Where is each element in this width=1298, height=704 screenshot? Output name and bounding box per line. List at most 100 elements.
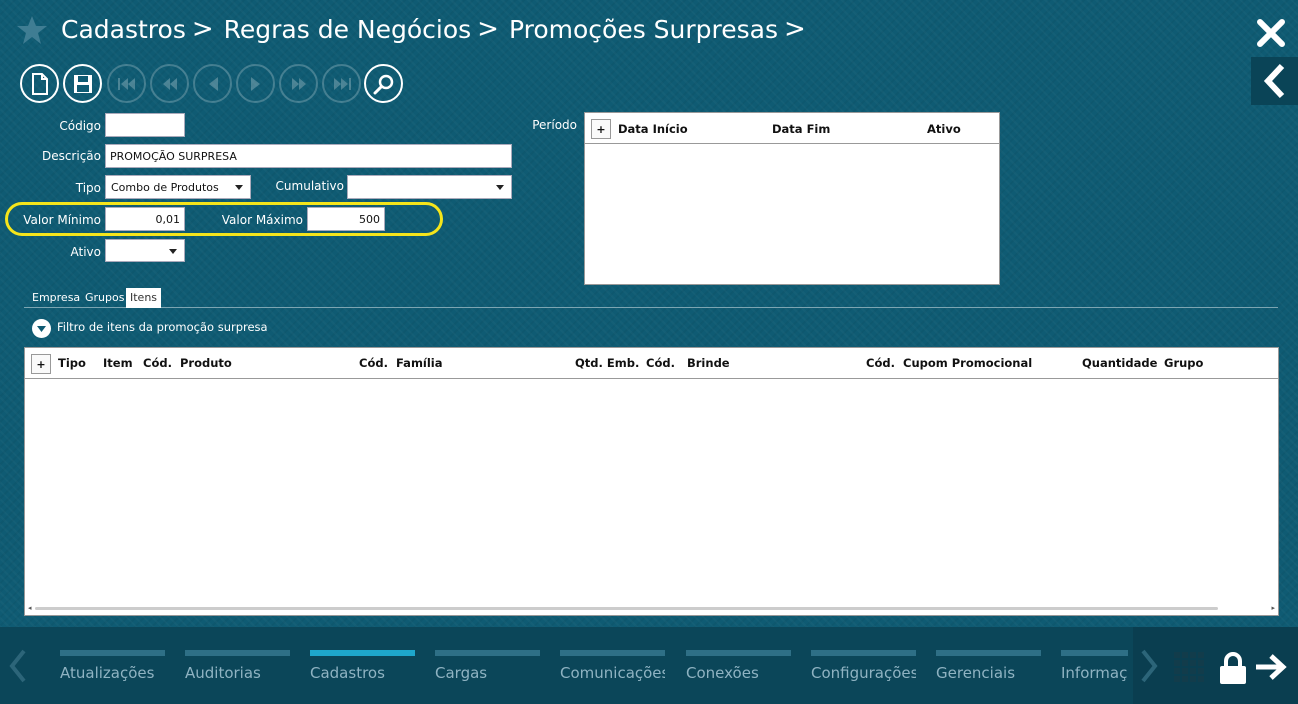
breadcrumb-regras[interactable]: Regras de Negócios: [224, 15, 472, 44]
nav-bar: [185, 650, 290, 656]
column-header[interactable]: Cupom Promocional: [903, 356, 1032, 370]
nav-bar: [60, 650, 165, 656]
breadcrumb: Cadastros > Regras de Negócios > Promoçõ…: [61, 12, 816, 46]
tipo-select-value: Combo de Produtos: [111, 180, 219, 194]
ativo-select[interactable]: [105, 239, 185, 262]
nav-bar: [686, 650, 791, 656]
nav-label: Cadastros: [310, 664, 385, 682]
tab-itens[interactable]: Itens: [126, 288, 162, 308]
column-header[interactable]: Tipo: [58, 356, 86, 370]
nav-item-conexoes[interactable]: Conexões: [686, 650, 791, 682]
breadcrumb-separator: >: [191, 14, 214, 44]
nav-prev-chevron-icon[interactable]: [8, 649, 28, 683]
last-record-button[interactable]: [322, 64, 361, 103]
cumulativo-select[interactable]: [347, 175, 512, 199]
items-grid: + Tipo Item Cód. Produto Cód. Família Qt…: [24, 347, 1279, 616]
nav-bar: [811, 650, 916, 656]
search-button[interactable]: [364, 64, 403, 103]
nav-label: Comunicações: [560, 664, 665, 682]
next-icon: [250, 76, 260, 91]
nav-item-configuracoes[interactable]: Configurações: [811, 650, 916, 682]
next-button[interactable]: [236, 64, 275, 103]
nav-bar: [435, 650, 540, 656]
nav-bar: [936, 650, 1041, 656]
column-header[interactable]: Qtd. Emb.: [575, 356, 639, 370]
previous-icon: [208, 76, 218, 91]
nav-item-atualizacoes[interactable]: Atualizações: [60, 650, 165, 682]
close-icon[interactable]: [1254, 16, 1288, 50]
periodo-grid: + Data Início Data Fim Ativo: [584, 112, 1000, 285]
breadcrumb-separator: >: [784, 14, 806, 44]
save-button[interactable]: [63, 64, 102, 103]
add-periodo-button[interactable]: +: [591, 119, 611, 139]
scroll-left-arrow-icon[interactable]: ◂: [28, 604, 32, 612]
nav-actions-panel: [1133, 627, 1298, 704]
column-header[interactable]: Produto: [180, 356, 232, 370]
cumulativo-label: Cumulativo: [275, 179, 344, 193]
descricao-input[interactable]: PROMOÇÃO SURPRESA: [105, 144, 512, 168]
rewind-button[interactable]: [150, 64, 189, 103]
descricao-label: Descrição: [41, 149, 101, 163]
column-header[interactable]: Quantidade: [1082, 356, 1157, 370]
lock-icon[interactable]: [1219, 651, 1247, 685]
column-header[interactable]: Brinde: [687, 356, 730, 370]
nav-label: Atualizações: [60, 664, 155, 682]
logout-arrow-icon[interactable]: [1254, 653, 1288, 681]
nav-bar: [1061, 650, 1128, 656]
add-item-button[interactable]: +: [31, 354, 51, 374]
filter-expand-button[interactable]: [32, 319, 51, 338]
column-header[interactable]: Item: [103, 356, 133, 370]
search-icon: [373, 74, 393, 94]
codigo-label: Código: [59, 119, 101, 133]
bottom-navigation: Atualizações Auditorias Cadastros Cargas…: [0, 627, 1298, 704]
breadcrumb-promocoes[interactable]: Promoções Surpresas: [509, 15, 778, 44]
column-header[interactable]: Cód.: [359, 356, 388, 370]
back-button[interactable]: [1251, 57, 1298, 105]
nav-label: Gerenciais: [936, 664, 1016, 682]
tipo-select[interactable]: Combo de Produtos: [105, 175, 251, 199]
save-icon: [73, 74, 92, 93]
fast-forward-button[interactable]: [279, 64, 318, 103]
dropdown-arrow-icon: [169, 248, 177, 254]
tipo-label: Tipo: [75, 181, 101, 195]
column-header[interactable]: Data Fim: [772, 122, 830, 136]
nav-item-cadastros[interactable]: Cadastros: [310, 650, 415, 682]
new-button[interactable]: [20, 64, 59, 103]
items-grid-header: + Tipo Item Cód. Produto Cód. Família Qt…: [25, 348, 1278, 379]
column-header[interactable]: Grupo: [1164, 356, 1203, 370]
previous-button[interactable]: [193, 64, 232, 103]
tab-empresa[interactable]: Empresa: [28, 288, 84, 308]
ativo-label: Ativo: [70, 245, 101, 259]
periodo-grid-header: + Data Início Data Fim Ativo: [585, 113, 999, 144]
scroll-right-arrow-icon[interactable]: ▸: [1271, 604, 1275, 612]
filter-label[interactable]: Filtro de itens da promoção surpresa: [57, 320, 268, 334]
nav-next-chevron-icon[interactable]: [1139, 649, 1159, 683]
column-header[interactable]: Cód.: [143, 356, 172, 370]
favorite-star-icon[interactable]: [16, 14, 48, 46]
last-icon: [333, 77, 351, 90]
breadcrumb-cadastros[interactable]: Cadastros: [61, 15, 186, 44]
nav-item-cargas[interactable]: Cargas: [435, 650, 540, 682]
first-record-button[interactable]: [107, 64, 146, 103]
nav-item-gerenciais[interactable]: Gerenciais: [936, 650, 1041, 682]
nav-label: Cargas: [435, 664, 488, 682]
grid-menu-icon[interactable]: [1173, 651, 1205, 683]
column-header[interactable]: Data Início: [618, 122, 688, 136]
tab-bar: Empresa Grupos Itens: [24, 288, 1278, 308]
nav-bar: [310, 650, 415, 656]
horizontal-scrollbar[interactable]: [35, 607, 1218, 610]
codigo-input[interactable]: [105, 113, 185, 137]
tab-grupos[interactable]: Grupos: [81, 288, 128, 308]
column-header[interactable]: Cód.: [866, 356, 895, 370]
nav-label: Auditorias: [185, 664, 261, 682]
nav-label: Conexões: [686, 664, 759, 682]
nav-item-informacoes[interactable]: Informações: [1061, 650, 1128, 682]
dropdown-arrow-icon: [496, 185, 504, 190]
nav-item-comunicacoes[interactable]: Comunicações: [560, 650, 665, 682]
column-header[interactable]: Ativo: [927, 122, 961, 136]
column-header[interactable]: Cód.: [646, 356, 675, 370]
column-header[interactable]: Família: [396, 356, 443, 370]
nav-item-auditorias[interactable]: Auditorias: [185, 650, 290, 682]
nav-bar: [560, 650, 665, 656]
chevron-down-icon: [37, 325, 46, 332]
